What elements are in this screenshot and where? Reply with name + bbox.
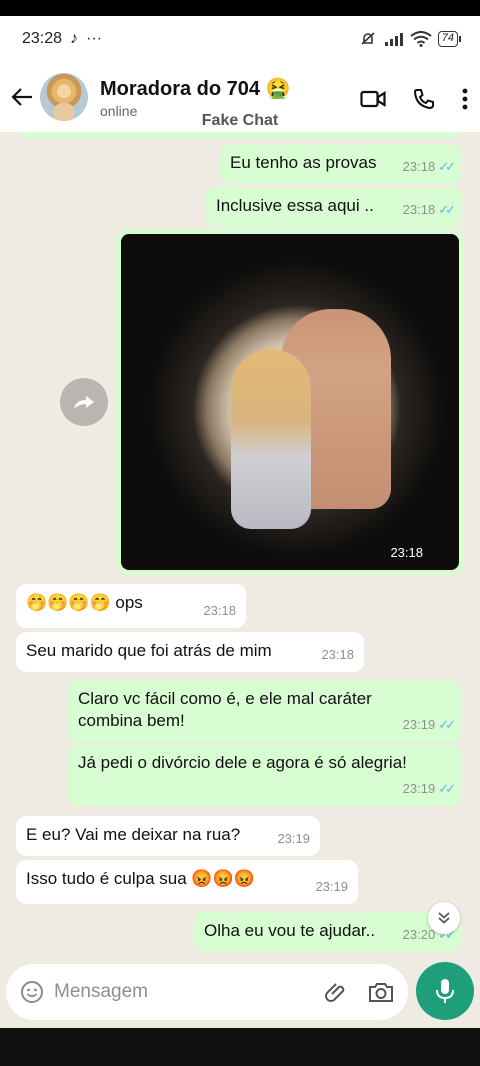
message-bubble[interactable]: E eu? Vai me deixar na rua? 23:19 (16, 816, 320, 856)
chat-area[interactable]: Eu tenho as provas 23:18 ✓✓ Inclusive ess… (0, 132, 480, 958)
image-message[interactable]: 23:18 (116, 229, 464, 575)
message-time: 23:19 (315, 879, 348, 894)
arrow-left-icon (11, 88, 32, 106)
forward-icon (74, 396, 94, 409)
wifi-icon (410, 31, 432, 47)
message-bubble[interactable]: Eu tenho as provas 23:18 ✓✓ (220, 144, 462, 184)
message-text: 🤭🤭🤭🤭 ops (26, 593, 143, 612)
more-options-icon[interactable] (462, 88, 468, 110)
back-button[interactable] (8, 83, 36, 111)
status-time: 23:28 (22, 30, 63, 47)
message-text: Já pedi o divórcio dele e agora é só ale… (78, 753, 407, 772)
message-bubble[interactable]: Inclusive essa aqui .. 23:18 ✓✓ (206, 187, 462, 227)
photo-image[interactable]: 23:18 (121, 234, 459, 570)
status-bar: 23:28 ♪ ··· 74 (0, 16, 480, 62)
message-bubble[interactable]: Seu marido que foi atrás de mim 23:18 (16, 632, 364, 672)
message-text: Claro vc fácil como é, e ele mal caráter… (78, 689, 372, 730)
message-text: Seu marido que foi atrás de mim (26, 641, 272, 660)
message-bubble[interactable] (20, 132, 462, 138)
message-text: Isso tudo é culpa sua 😡😡😡 (26, 869, 255, 888)
message-bubble[interactable]: Isso tudo é culpa sua 😡😡😡 23:19 (16, 860, 358, 904)
top-black-strip (0, 0, 480, 16)
more-notifications-icon: ··· (86, 30, 103, 47)
emoji-icon[interactable] (20, 980, 44, 1004)
mic-icon (436, 979, 454, 1003)
mic-button[interactable] (416, 962, 474, 1020)
message-text: Eu tenho as provas (230, 153, 377, 172)
signal-icon (384, 33, 403, 46)
message-time: 23:19 (277, 831, 310, 846)
message-time: 23:19 (402, 717, 436, 732)
voice-call-icon[interactable] (412, 87, 436, 111)
contact-name: Moradora do 704 🤮 (100, 77, 291, 100)
photo-figure (231, 349, 311, 529)
read-ticks-icon: ✓✓ (438, 781, 456, 796)
video-call-icon[interactable] (360, 89, 386, 109)
read-ticks-icon: ✓✓ (438, 717, 456, 732)
message-bubble[interactable]: Olha eu vou te ajudar.. 23:20 ✓✓ (194, 912, 462, 952)
fake-chat-watermark: Fake Chat (201, 112, 279, 129)
message-input[interactable] (54, 981, 304, 1003)
tiktok-icon: ♪ (70, 30, 79, 47)
message-bubble[interactable]: Claro vc fácil como é, e ele mal caráter… (68, 680, 462, 742)
read-ticks-icon: ✓✓ (438, 159, 456, 174)
system-nav-bar (0, 1028, 480, 1066)
message-text: E eu? Vai me deixar na rua? (26, 825, 241, 844)
message-text: Inclusive essa aqui .. (216, 196, 374, 215)
attach-icon[interactable] (324, 980, 348, 1004)
message-time: 23:19 (402, 781, 436, 796)
composer (0, 958, 480, 1028)
message-time: 23:18 (321, 647, 354, 662)
forward-button[interactable] (60, 378, 108, 426)
message-bubble[interactable]: 🤭🤭🤭🤭 ops 23:18 (16, 584, 246, 628)
message-bubble[interactable]: Já pedi o divórcio dele e agora é só ale… (68, 744, 462, 806)
read-ticks-icon: ✓✓ (438, 202, 456, 217)
double-chevron-down-icon (438, 912, 450, 924)
message-time: 23:18 (402, 202, 436, 217)
message-time: 23:18 (203, 603, 236, 618)
scroll-to-bottom-button[interactable] (428, 902, 460, 934)
battery-indicator: 74 (437, 31, 462, 47)
mute-vibrate-icon (361, 32, 375, 45)
message-input-box[interactable] (6, 964, 408, 1020)
image-time: 23:18 (390, 545, 423, 560)
message-text: Olha eu vou te ajudar.. (204, 921, 376, 940)
message-time: 23:18 (402, 159, 436, 174)
camera-icon[interactable] (368, 981, 394, 1003)
